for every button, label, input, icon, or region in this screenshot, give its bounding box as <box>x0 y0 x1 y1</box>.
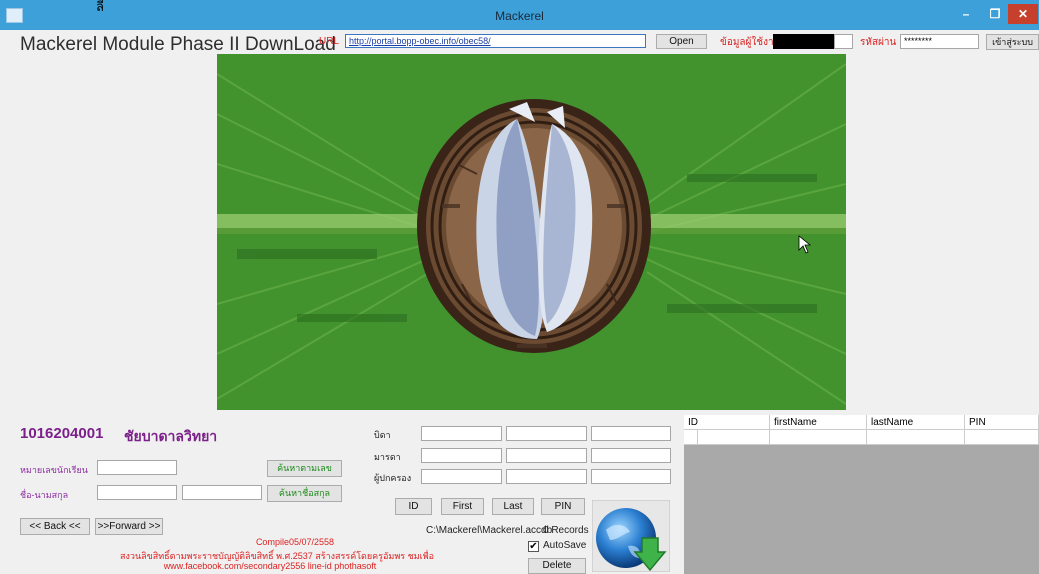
autosave-checkbox[interactable]: ✔ <box>528 541 539 552</box>
forward-button[interactable]: >>Forward >> <box>95 518 163 535</box>
grid-cell[interactable] <box>867 430 965 445</box>
student-id-input[interactable] <box>97 460 177 475</box>
guardian-title-input[interactable] <box>421 469 502 484</box>
grid-cell[interactable] <box>770 430 867 445</box>
close-button[interactable]: ✕ <box>1008 4 1038 24</box>
url-input[interactable]: http://portal.bopp-obec.info/obec58/ <box>345 34 646 48</box>
name-label: ชื่อ-นามสกุล <box>20 490 69 500</box>
sort-last-button[interactable]: Last <box>492 498 534 515</box>
column-header-lastname[interactable]: lastName <box>867 415 965 430</box>
login-button[interactable]: เข้าสู่ระบบ <box>986 34 1039 50</box>
username-label: ข้อมูลผู้ใช้งาน <box>720 37 781 48</box>
contact-link[interactable]: www.facebook.com/secondary2556 line-id p… <box>120 561 420 571</box>
url-label: URL <box>319 36 340 47</box>
compile-date: Compile05/07/2558 <box>255 537 334 547</box>
password-input[interactable]: ******** <box>900 34 979 49</box>
school-name: ชัยบาดาลวิทยา <box>124 428 218 444</box>
column-header-pin[interactable]: PIN <box>965 415 1039 430</box>
grid-cell[interactable] <box>698 430 770 445</box>
mother-title-input[interactable] <box>421 448 502 463</box>
database-path: C:\Mackerel\Mackerel.accdb <box>426 525 553 536</box>
sort-id-button[interactable]: ID <box>395 498 432 515</box>
guardian-first-input[interactable] <box>506 469 587 484</box>
sort-first-button[interactable]: First <box>441 498 484 515</box>
father-last-input[interactable] <box>591 426 671 441</box>
grid-cell[interactable] <box>965 430 1039 445</box>
delete-button[interactable]: Delete <box>528 558 586 574</box>
school-code: 1016204001 <box>20 425 104 442</box>
page-title: Mackerel Module Phase II DownLoad <box>20 34 336 55</box>
password-label: รหัสผ่าน <box>860 37 897 48</box>
mother-last-input[interactable] <box>591 448 671 463</box>
row-selector[interactable] <box>684 430 698 445</box>
minimize-button[interactable]: – <box>955 6 977 22</box>
student-id-label: หมายเลขนักเรียน <box>20 465 88 475</box>
username-input-end[interactable] <box>834 34 853 49</box>
window-title: Mackerel <box>495 9 544 23</box>
mother-first-input[interactable] <box>506 448 587 463</box>
banner-image <box>217 54 846 410</box>
records-grid[interactable]: ID firstName lastName PIN <box>684 415 1039 574</box>
autosave-label: AutoSave <box>543 540 587 551</box>
back-button[interactable]: << Back << <box>20 518 90 535</box>
maximize-button[interactable]: ❐ <box>984 6 1006 22</box>
father-first-input[interactable] <box>506 426 587 441</box>
mother-label: มารดา <box>374 452 401 462</box>
stray-glyph: ลี <box>96 0 104 14</box>
sort-pin-button[interactable]: PIN <box>541 498 585 515</box>
column-header-firstname[interactable]: firstName <box>770 415 867 430</box>
search-by-name-button[interactable]: ค้นหาชื่อสกุล <box>267 485 342 502</box>
last-name-input[interactable] <box>182 485 262 500</box>
record-count: 0 Records <box>543 525 589 536</box>
column-header-id[interactable]: ID <box>684 415 770 430</box>
globe-download-icon[interactable] <box>592 500 670 572</box>
open-button[interactable]: Open <box>656 34 707 49</box>
guardian-last-input[interactable] <box>591 469 671 484</box>
father-label: บิดา <box>374 430 391 440</box>
father-title-input[interactable] <box>421 426 502 441</box>
guardian-label: ผู้ปกครอง <box>374 473 412 483</box>
first-name-input[interactable] <box>97 485 177 500</box>
search-by-number-button[interactable]: ค้นหาตามเลข <box>267 460 342 477</box>
